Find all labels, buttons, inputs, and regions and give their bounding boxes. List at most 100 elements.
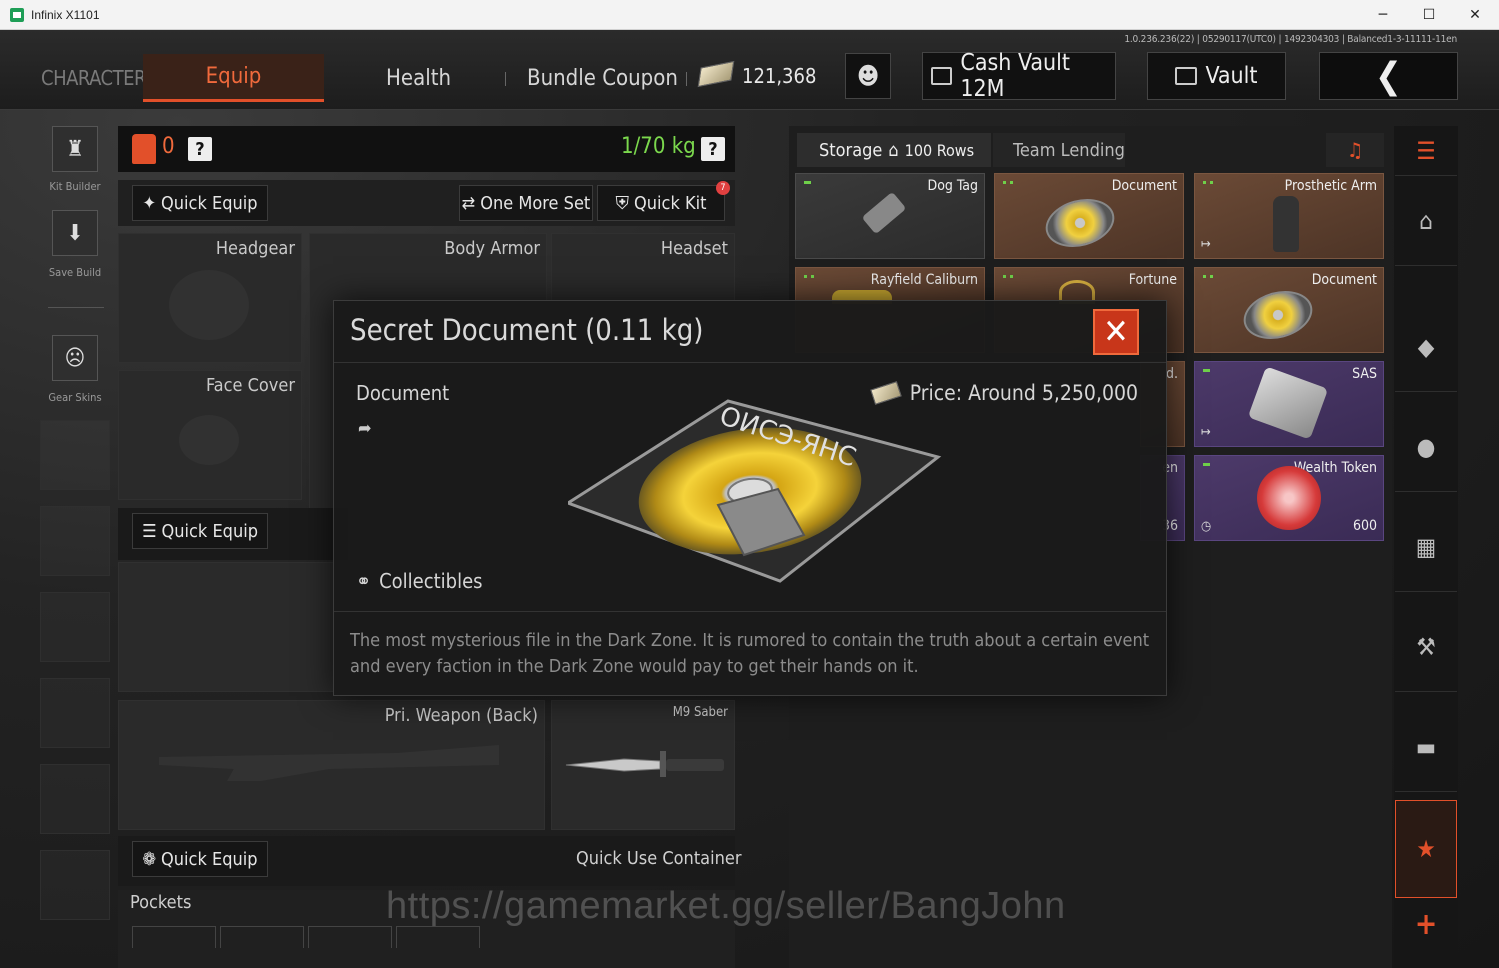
headgear-slot[interactable]: Headgear — [118, 233, 302, 363]
save-build-icon[interactable]: ⬇ — [52, 210, 98, 256]
gear-skins-icon[interactable]: ☹ — [52, 335, 98, 381]
kit-builder-icon[interactable]: ♜ — [52, 126, 98, 172]
tab-storage[interactable]: Storage ⌂ 100 Rows — [797, 133, 991, 167]
item-count: 600 — [1352, 518, 1377, 534]
item-name-partial: d. — [1166, 366, 1178, 382]
watermark: https://gamemarket.gg/seller/BangJohn — [386, 885, 1066, 927]
export-icon: ↦ — [1201, 237, 1211, 252]
storage-item[interactable]: Document — [1194, 267, 1384, 353]
vault-label: Vault — [1205, 63, 1258, 89]
pocket-slot[interactable] — [132, 926, 216, 948]
primary-weapon-slot[interactable] — [118, 562, 348, 692]
item-type: Document — [356, 381, 450, 405]
home-icon: ⌂ — [888, 139, 899, 161]
equipment-header: 0 ? 1/70 kg ? — [118, 126, 735, 172]
collectibles-icon[interactable]: ★ — [1395, 800, 1457, 898]
backpack-icon — [132, 134, 156, 164]
modal-title: Secret Document (0.11 kg) — [350, 313, 704, 347]
quick-equip-bottom-button[interactable]: ❁ Quick Equip — [132, 841, 268, 877]
one-more-set-button[interactable]: ⇄ One More Set — [459, 185, 593, 221]
storage-item[interactable]: SAS ↦ — [1194, 361, 1384, 447]
home-icon[interactable]: ⌂ — [1395, 176, 1457, 266]
category-label: Collectibles — [379, 569, 483, 593]
storage-item[interactable]: Wealth Token ◷ 600 — [1194, 455, 1384, 541]
pockets-label: Pockets — [130, 892, 192, 913]
storage-item[interactable]: Prosthetic Arm ↦ — [1194, 173, 1384, 259]
rarity-indicator — [1203, 463, 1209, 471]
face-cover-slot[interactable]: Face Cover — [118, 370, 302, 500]
quick-equip-mid-button[interactable]: ☰ Quick Equip — [132, 513, 268, 549]
item-name: Prosthetic Arm — [1284, 178, 1377, 194]
tab-bundle-coupon[interactable]: Bundle Coupon — [527, 66, 678, 91]
share-icon[interactable]: ➦ — [358, 418, 382, 440]
server-info: 1.0.236.236(22) | 05290117(UTC0) | 14923… — [1124, 34, 1457, 45]
list-icon: ☰ — [141, 520, 157, 542]
pocket-slot[interactable] — [220, 926, 304, 948]
rail-slot[interactable] — [40, 678, 110, 748]
storage-item[interactable]: Dog Tag — [795, 173, 985, 259]
rarity-indicator — [1003, 275, 1013, 283]
melee-slot[interactable]: M9 Saber — [551, 700, 735, 830]
quick-kit-button[interactable]: ⛨ Quick Kit 7 — [597, 181, 730, 221]
pocket-slot[interactable] — [396, 926, 480, 948]
rail-slot[interactable] — [40, 764, 110, 834]
add-icon[interactable]: + — [1395, 898, 1457, 950]
item-name: Fortune — [1128, 272, 1177, 288]
tab-character[interactable]: CHARACTER — [41, 66, 146, 90]
close-window-button[interactable]: ✕ — [1452, 0, 1498, 30]
armor-icon[interactable]: ◆ — [1395, 302, 1457, 392]
swap-icon: ⇄ — [461, 192, 476, 214]
agent-icon[interactable]: ☻ — [845, 53, 891, 99]
cash-vault-button[interactable]: Cash Vault 12M — [922, 50, 1116, 102]
nav-divider — [686, 72, 687, 86]
notification-badge: 7 — [716, 181, 730, 195]
close-modal-button[interactable]: ✕ — [1093, 309, 1139, 355]
help-icon[interactable]: ? — [188, 137, 212, 161]
top-nav-bar: 1.0.236.236(22) | 05290117(UTC0) | 14923… — [0, 30, 1499, 110]
item-name: Rayfield Caliburn — [870, 272, 978, 288]
maximize-button[interactable]: ☐ — [1406, 0, 1452, 30]
rail-slot[interactable] — [40, 506, 110, 576]
cash-stack-icon[interactable]: ▬ — [1395, 702, 1457, 792]
cash-amount: 121,368 — [742, 64, 817, 88]
wealth-token-icon — [1257, 466, 1321, 530]
tab-equip[interactable]: Equip — [143, 54, 324, 102]
export-icon: ↦ — [1201, 425, 1211, 440]
minimize-button[interactable]: ─ — [1360, 0, 1406, 30]
weight-help-icon[interactable]: ? — [701, 137, 725, 161]
category-row: ⚭ Collectibles — [356, 569, 483, 593]
storage-rows: 100 Rows — [904, 140, 975, 160]
tab-health[interactable]: Health — [386, 66, 451, 91]
pocket-slot[interactable] — [308, 926, 392, 948]
item-name: Document — [1311, 272, 1377, 288]
grenade-icon[interactable]: ● — [1395, 402, 1457, 492]
quick-kit-label: Quick Kit — [634, 192, 707, 214]
window-title: Infinix X1101 — [31, 7, 100, 22]
quick-use-container-label: Quick Use Container — [576, 848, 742, 869]
storage-item[interactable]: Document — [994, 173, 1184, 259]
nav-divider — [505, 72, 506, 86]
quick-equip-top-button[interactable]: ✦ Quick Equip — [132, 185, 268, 221]
storage-label: Storage — [819, 139, 883, 161]
medkit-icon[interactable]: ▦ — [1395, 502, 1457, 592]
secret-document-disc-icon: ОИСЭ-ЯНС — [568, 399, 942, 583]
gear-skins-label: Gear Skins — [48, 391, 102, 404]
tool-icon[interactable]: ⚒ — [1395, 602, 1457, 692]
primary-weapon-back-slot[interactable]: Pri. Weapon (Back) — [118, 700, 545, 830]
rarity-indicator — [804, 181, 810, 189]
quick-equip-top-label: Quick Equip — [161, 192, 258, 214]
rail-slot[interactable] — [40, 592, 110, 662]
back-button[interactable]: ❮ — [1319, 52, 1458, 100]
window-titlebar: Infinix X1101 ─ ☐ ✕ — [0, 0, 1499, 30]
rail-slot[interactable] — [40, 850, 110, 920]
cash-vault-icon — [931, 67, 953, 85]
vault-icon — [1175, 67, 1198, 85]
game-viewport: 1.0.236.236(22) | 05290117(UTC0) | 14923… — [0, 30, 1499, 968]
grenade-icon: ❁ — [142, 848, 157, 870]
rail-slot[interactable] — [40, 420, 110, 490]
tab-team-lending[interactable]: Team Lending — [993, 133, 1125, 167]
sort-icon[interactable]: ♫ — [1326, 133, 1384, 167]
vault-button[interactable]: Vault — [1147, 52, 1286, 100]
shirt-icon: ✦ — [142, 192, 157, 214]
stack-icon[interactable]: ☰ — [1395, 126, 1457, 176]
